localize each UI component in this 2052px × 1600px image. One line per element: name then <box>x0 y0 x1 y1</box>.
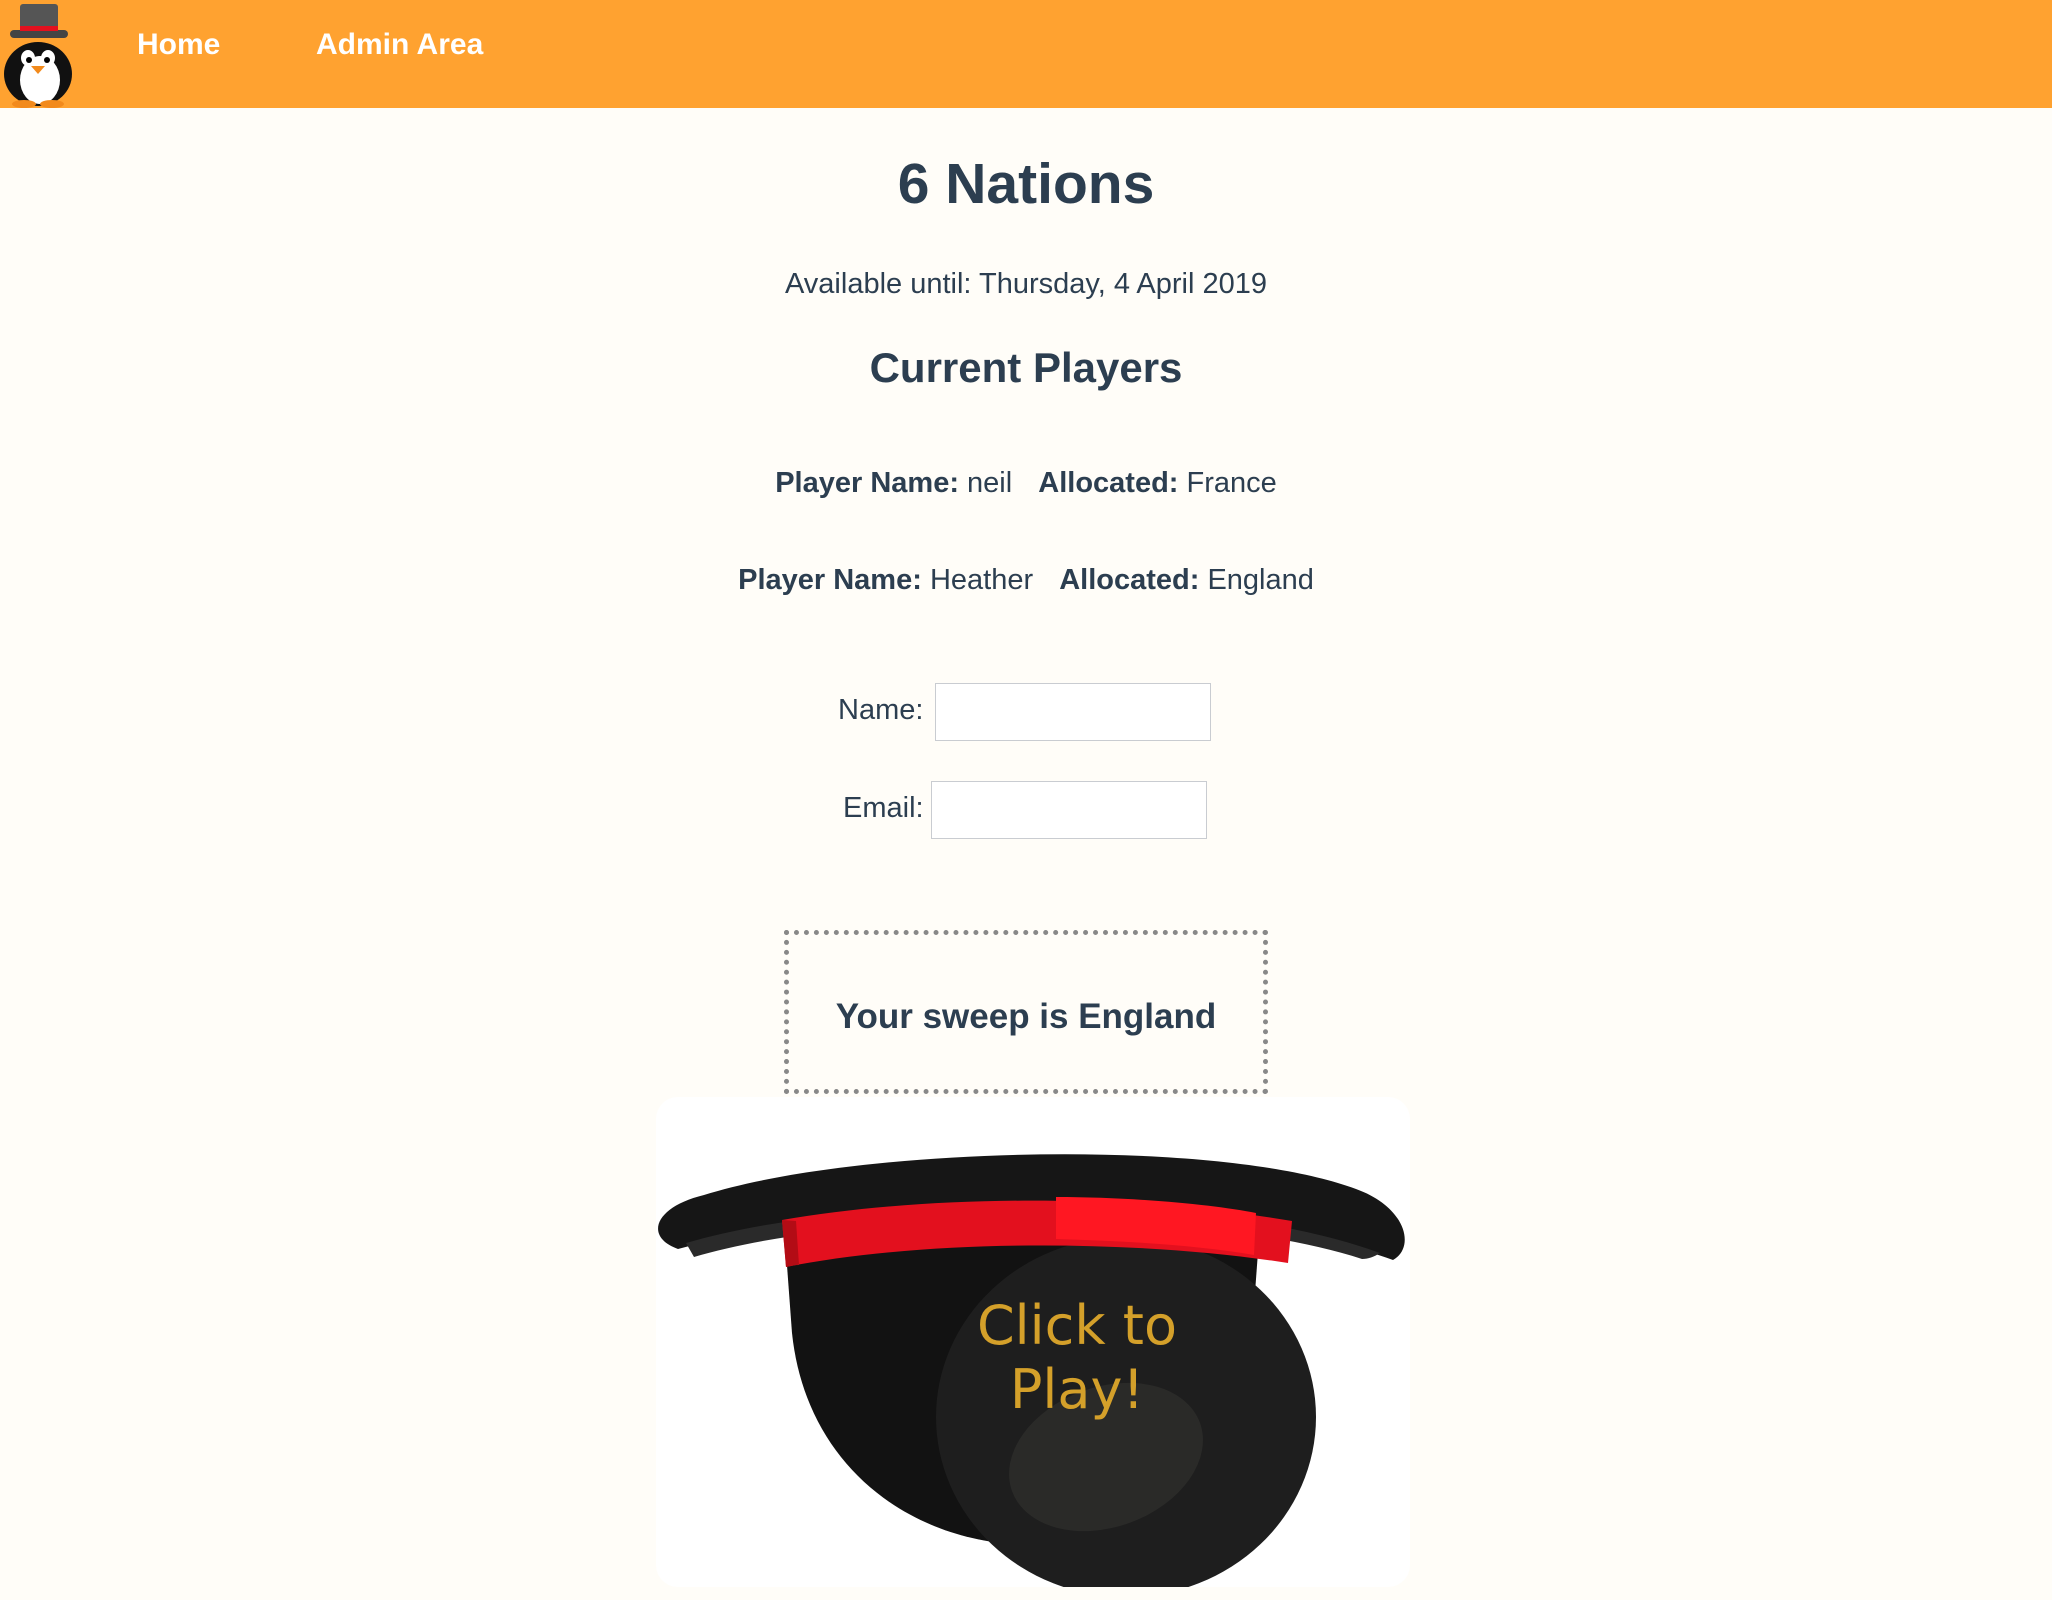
player-name: neil <box>967 467 1013 499</box>
click-to-play-hat-button[interactable]: Click to Play! <box>656 1097 1410 1587</box>
email-input[interactable] <box>931 781 1207 839</box>
available-until-text: Available until: Thursday, 4 April 2019 <box>784 268 1268 300</box>
allocated-team: France <box>1186 467 1277 499</box>
name-label: Name: <box>838 694 924 726</box>
page-title: 6 Nations <box>897 152 1155 216</box>
player-row: Player Name: neil Allocated: France <box>0 463 2052 503</box>
navbar: Home Admin Area <box>0 0 2052 108</box>
sweep-result-text: Your sweep is England <box>835 997 1217 1036</box>
click-to-play-line-2: Play! <box>1009 1358 1145 1421</box>
click-to-play-text: Click to Play! <box>852 1294 1302 1422</box>
sweep-result-box: Your sweep is England <box>784 930 1268 1094</box>
name-input[interactable] <box>935 683 1211 741</box>
allocated-label: Allocated: <box>1059 564 1200 596</box>
nav-home-link[interactable]: Home <box>137 28 220 62</box>
allocated-team: England <box>1207 564 1314 596</box>
player-name-label: Player Name: <box>775 467 959 499</box>
player-name: Heather <box>929 564 1034 596</box>
nav-admin-area-link[interactable]: Admin Area <box>316 28 483 62</box>
player-row: Player Name: Heather Allocated: England <box>0 560 2052 600</box>
penguin-logo-icon[interactable] <box>0 0 80 108</box>
email-label: Email: <box>843 792 924 824</box>
current-players-heading: Current Players <box>869 344 1183 391</box>
player-name-label: Player Name: <box>738 564 922 596</box>
allocated-label: Allocated: <box>1038 467 1179 499</box>
click-to-play-line-1: Click to <box>976 1294 1178 1357</box>
